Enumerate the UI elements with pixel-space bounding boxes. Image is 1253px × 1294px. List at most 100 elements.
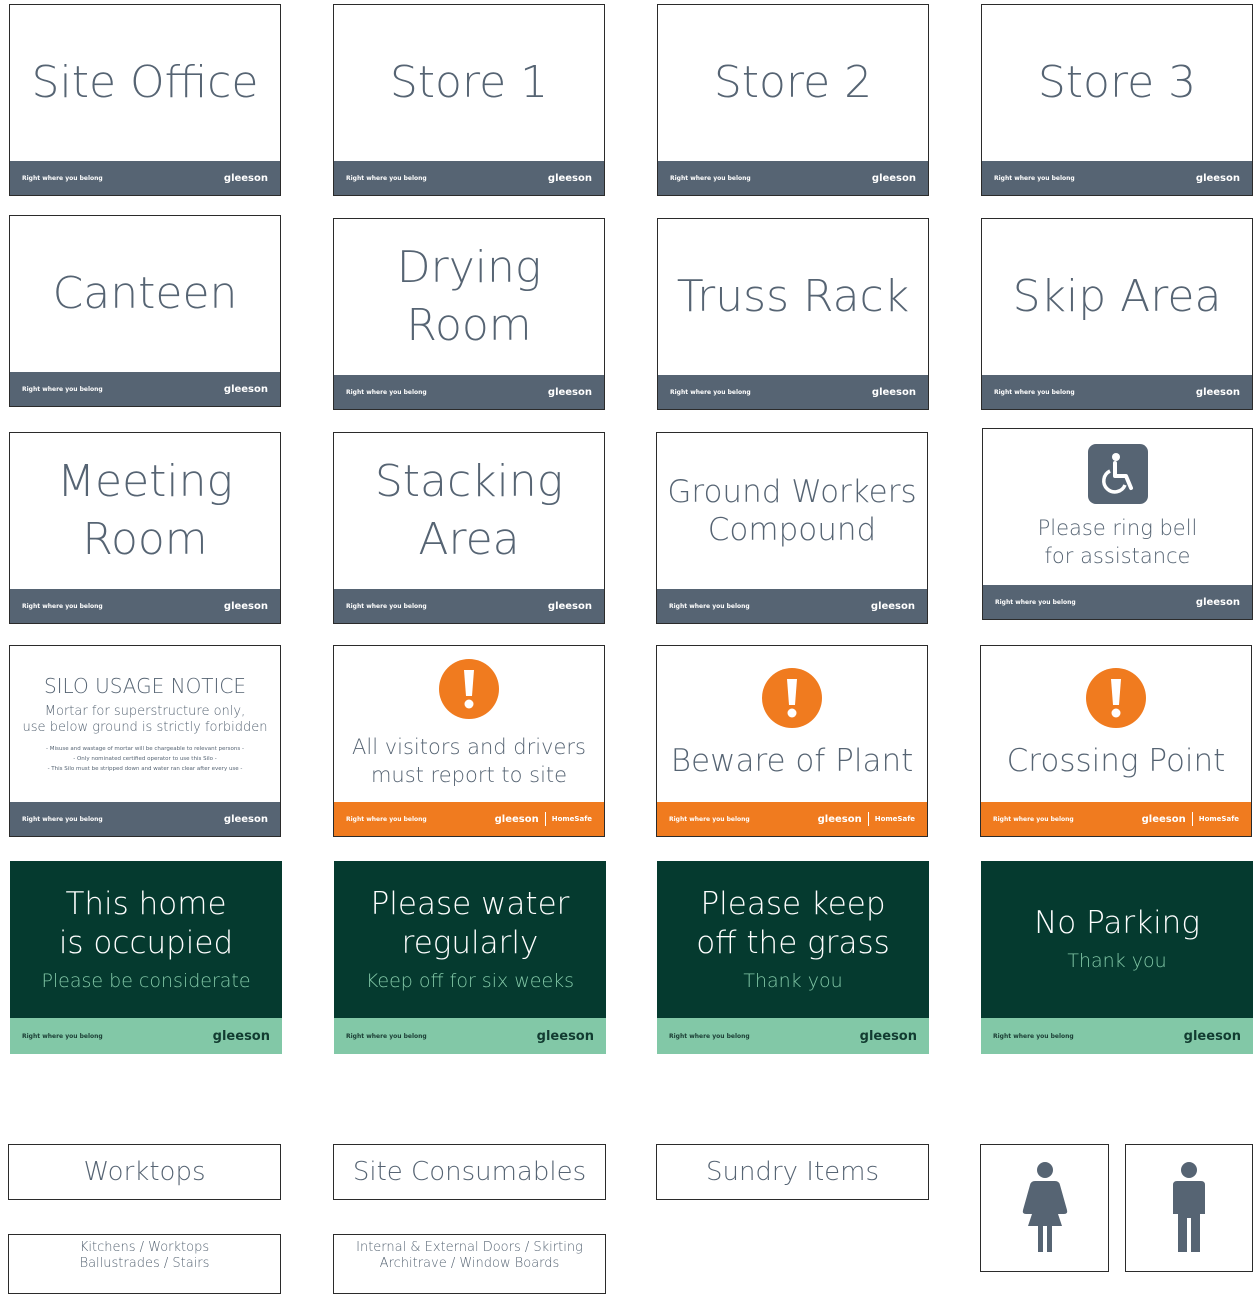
label-sundry-items: Sundry Items (656, 1144, 929, 1200)
brand-logo: gleeson (1195, 596, 1240, 608)
sign-site-office: Site Office Right where you belong gleeso… (9, 4, 281, 196)
sign-title-line-2: Area (418, 514, 520, 565)
tagline: Right where you belong (669, 602, 750, 610)
sign-keep-off-grass: Please keep off the grass Thank you Righ… (657, 861, 929, 1054)
wheelchair-icon (1087, 444, 1148, 504)
tagline: Right where you belong (994, 174, 1075, 182)
silo-note-3: - This Silo must be stripped down and wa… (47, 766, 243, 772)
sign-footer: Right where you belong gleeson (982, 161, 1252, 195)
sign-stacking-area: Stacking Area Right where you belong glees… (333, 432, 605, 624)
tagline: Right where you belong (993, 815, 1074, 823)
divider (867, 812, 869, 826)
sign-title: No Parking (1034, 905, 1200, 941)
sign-title-line-1: Meeting (57, 456, 233, 507)
tagline: Right where you belong (994, 388, 1075, 396)
brand-logo: gleeson (223, 600, 268, 612)
brand-logo: gleeson (223, 383, 268, 395)
sign-title-line-1: This home (65, 885, 227, 922)
exclamation-icon (439, 659, 499, 719)
sign-title: Site Office (31, 57, 259, 108)
sign-footer: Right where you belong gleeson (657, 1018, 929, 1054)
sign-subtitle: Please be considerate (41, 969, 251, 992)
tagline: Right where you belong (346, 1032, 427, 1040)
male-toilet-icon (1173, 1162, 1205, 1252)
sign-footer: Right where you belong gleeson (334, 1018, 606, 1054)
exclamation-icon (762, 668, 822, 728)
brand-logo: gleeson (494, 813, 539, 825)
sign-title-line-2: off the grass (696, 924, 890, 961)
brand-logo: gleeson (223, 172, 268, 184)
label-text: Sundry Items (705, 1157, 880, 1187)
label-line-1: Internal & External Doors / Skirting (356, 1240, 583, 1255)
sign-drying-room: Drying Room Right where you belong gleeson (333, 218, 605, 410)
tagline: Right where you belong (670, 174, 751, 182)
sign-footer: Right where you belong gleeson (10, 372, 280, 406)
sign-canteen: Canteen Right where you belong gleeson (9, 215, 281, 407)
label-text: Site Consumables (352, 1157, 587, 1187)
sign-title: Store 3 (1037, 57, 1197, 108)
sign-footer: Right where you belong gleeson HomeSafe (657, 802, 927, 836)
brand-logo: gleeson (1141, 813, 1186, 825)
tagline: Right where you belong (993, 1032, 1074, 1040)
homesafe-logo: HomeSafe (551, 815, 592, 823)
tagline: Right where you belong (346, 602, 427, 610)
tagline: Right where you belong (346, 388, 427, 396)
female-toilet-icon (1022, 1162, 1067, 1252)
brand-logo: gleeson (536, 1028, 594, 1044)
brand-logo: gleeson (547, 600, 592, 612)
brand-logo: gleeson (1183, 1028, 1241, 1044)
sign-store-1: Store 1 Right where you belong gleeson (333, 4, 605, 196)
brand-logo: gleeson (871, 386, 916, 398)
sign-water-regularly: Please water regularly Keep off for six … (334, 861, 606, 1054)
homesafe-logo: HomeSafe (874, 815, 915, 823)
sign-title-line-2: regularly (401, 924, 539, 961)
tagline: Right where you belong (995, 598, 1076, 606)
sign-footer: Right where you belong gleeson (982, 375, 1252, 409)
brand-logo: gleeson (817, 813, 862, 825)
tagline: Right where you belong (22, 174, 103, 182)
sign-title-line-1: Stacking (374, 456, 564, 507)
silo-note-1: - Misuse and wastage of mortar will be c… (46, 746, 244, 752)
sign-footer: Right where you belong gleeson (10, 1018, 282, 1054)
sign-subtitle: Thank you (1067, 950, 1167, 972)
sign-text-line-1: All visitors and drivers (352, 735, 586, 759)
sign-title: Store 1 (389, 57, 549, 108)
tagline: Right where you belong (22, 602, 103, 610)
sign-ground-workers: Ground Workers Compound Right where you b… (656, 432, 928, 624)
sign-title: Beware of Plant (670, 743, 914, 779)
label-worktops: Worktops (8, 1144, 281, 1200)
sign-visitors: All visitors and drivers must report to … (333, 645, 605, 837)
sign-title-line-1: Please keep (700, 885, 886, 922)
sign-footer: Right where you belong gleeson HomeSafe (981, 802, 1251, 836)
sign-footer: Right where you belong gleeson (334, 375, 604, 409)
sign-beware-plant: Beware of Plant Right where you belong gl… (656, 645, 928, 837)
sign-title-line-1: Ground Workers (667, 474, 917, 510)
homesafe-logo: HomeSafe (1198, 815, 1239, 823)
silo-line-1: Mortar for superstructure only, (44, 704, 246, 719)
sign-store-2: Store 2 Right where you belong gleeson (657, 4, 929, 196)
sign-title: Skip Area (1012, 271, 1222, 322)
divider (544, 812, 546, 826)
sign-no-parking: No Parking Thank you Right where you bel… (981, 861, 1253, 1054)
sign-footer: Right where you belong gleeson (657, 589, 927, 623)
sign-text-line-2: must report to site (370, 763, 568, 787)
label-line-1: Kitchens / Worktops (79, 1240, 210, 1255)
tagline: Right where you belong (22, 815, 103, 823)
sign-title: Crossing Point (1006, 743, 1226, 779)
tagline: Right where you belong (346, 174, 427, 182)
tagline: Right where you belong (22, 385, 103, 393)
brand-logo: gleeson (1195, 386, 1240, 398)
sign-skip-area: Skip Area Right where you belong gleeson (981, 218, 1253, 410)
sign-footer: Right where you belong gleeson (334, 161, 604, 195)
sign-subtitle: Keep off for six weeks (365, 969, 575, 992)
divider (1191, 812, 1193, 826)
sign-footer: Right where you belong gleeson (334, 589, 604, 623)
sign-title-line-1: Drying (396, 242, 542, 293)
tagline: Right where you belong (22, 1032, 103, 1040)
sign-title: Truss Rack (676, 271, 910, 322)
label-line-2: Ballustrades / Stairs (79, 1256, 210, 1271)
brand-logo: gleeson (547, 172, 592, 184)
silo-note-2: - Only nominated certified operator to u… (73, 756, 217, 762)
sign-footer: Right where you belong gleeson (981, 1018, 1253, 1054)
tagline: Right where you belong (670, 388, 751, 396)
